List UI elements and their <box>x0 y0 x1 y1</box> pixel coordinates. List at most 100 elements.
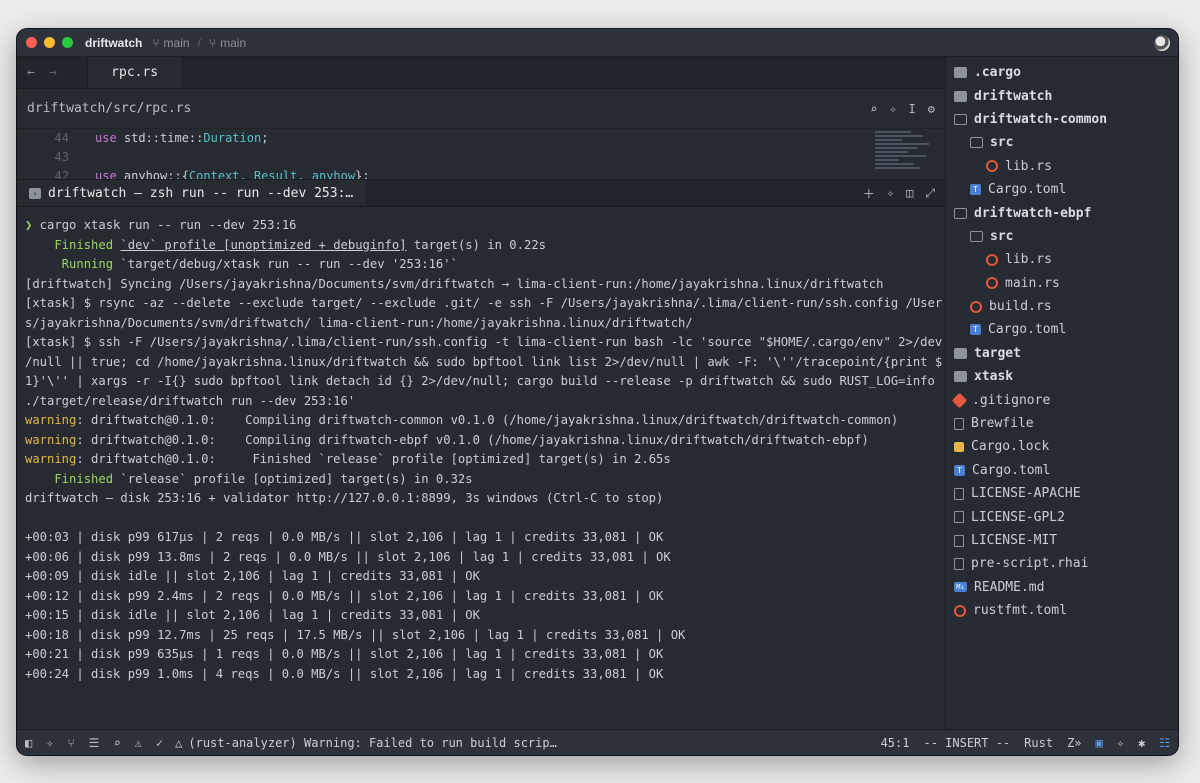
project-name[interactable]: driftwatch <box>85 36 142 50</box>
stats-line: +00:09 | disk idle || slot 2,106 | lag 1… <box>25 569 480 583</box>
assistant-icon[interactable]: ✧ <box>46 736 53 750</box>
warning-triangle-icon: △ <box>175 735 183 750</box>
project-panel: .cargo driftwatch driftwatch-common src lib.… <box>945 57 1178 729</box>
bottom-panel-icon[interactable]: ☷ <box>1159 736 1170 750</box>
branch-icon: ⑂ <box>152 35 160 50</box>
file-tree-item[interactable]: lib.rs <box>946 248 1178 271</box>
file-tree-item[interactable]: pre-script.rhai <box>946 552 1178 575</box>
output-line: s/jayakrishna/Documents/svm/driftwatch/ … <box>25 315 693 330</box>
terminal-icon: › <box>29 187 41 199</box>
file-tree-item[interactable]: LICENSE-MIT <box>946 529 1178 552</box>
file-tree-label: LICENSE-APACHE <box>971 486 1081 502</box>
language-selector[interactable]: Rust <box>1024 736 1053 750</box>
title-bar: driftwatch ⑂ main / ⑂ main <box>17 29 1178 57</box>
window-controls <box>26 37 73 48</box>
code-line: 43 <box>17 148 945 167</box>
zed-predict-icon[interactable]: Z» <box>1067 736 1081 750</box>
file-tree-item[interactable]: target <box>946 342 1178 365</box>
search-icon[interactable]: ⌕ <box>113 736 120 750</box>
settings-sliders-icon[interactable]: ⚙ <box>928 102 935 116</box>
file-tree-item[interactable]: LICENSE-APACHE <box>946 482 1178 505</box>
output-line: ./target/release/driftwatch run --dev 25… <box>25 393 356 408</box>
file-tree-item[interactable]: LICENSE-GPL2 <box>946 505 1178 528</box>
diagnostics-icon[interactable]: ⚠ <box>135 736 142 750</box>
minimize-window-button[interactable] <box>44 37 55 48</box>
file-tree-item[interactable]: T Cargo.toml <box>946 459 1178 482</box>
output-line: Finished `dev` profile [unoptimized + de… <box>25 237 546 252</box>
search-icon[interactable]: ⌕ <box>870 102 877 116</box>
file-tree-item[interactable]: driftwatch <box>946 84 1178 107</box>
branch-icon: ⑂ <box>208 35 217 50</box>
code-line: 42 use anyhow::{Context, Result, anyhow}… <box>17 167 945 179</box>
output-line: [driftwatch] Syncing /Users/jayakrishna/… <box>25 276 884 291</box>
split-pane-icon[interactable]: ◫ <box>906 186 913 200</box>
breadcrumb[interactable]: driftwatch/src/rpc.rs <box>27 101 191 116</box>
close-window-button[interactable] <box>26 37 37 48</box>
text-cursor-icon[interactable]: I <box>909 102 916 116</box>
file-tree-label: driftwatch <box>974 88 1053 104</box>
file-tree-item[interactable]: T Cargo.toml <box>946 178 1178 201</box>
separator: / <box>197 35 201 50</box>
output-line: [xtask] $ rsync -az --delete --exclude t… <box>25 296 943 310</box>
file-tree-item[interactable]: .gitignore <box>946 388 1178 411</box>
terminal-tab-label: driftwatch — zsh run -- run --dev 253:… <box>48 185 354 201</box>
sidebar-toggle-icon[interactable]: ◧ <box>25 736 32 750</box>
file-tree-item[interactable]: src <box>946 225 1178 248</box>
tab-rpc-rs[interactable]: rpc.rs <box>86 57 183 88</box>
cursor-position[interactable]: 45:1 <box>881 736 910 750</box>
stats-line: +00:15 | disk idle || slot 2,106 | lag 1… <box>25 608 480 622</box>
code-editor[interactable]: 44 use std::time::Duration; 43 42 use an… <box>17 129 945 179</box>
file-tree-item[interactable]: T Cargo.toml <box>946 318 1178 341</box>
diagnostic-message[interactable]: △ (rust-analyzer) Warning: Failed to run… <box>175 736 557 750</box>
output-line: Finished `release` profile [optimized] t… <box>25 471 473 486</box>
git-branch-icon[interactable]: ⑂ <box>67 736 74 750</box>
new-terminal-plus-icon[interactable]: ＋ <box>863 185 875 202</box>
toml-file-icon: T <box>970 324 981 336</box>
debug-icon[interactable]: ✱ <box>1138 736 1145 750</box>
file-tree-label: target <box>974 345 1021 361</box>
file-tree-item[interactable]: driftwatch-common <box>946 108 1178 131</box>
branch-selector[interactable]: ⑂ main / ⑂ main <box>152 36 246 50</box>
file-tree-label: .gitignore <box>972 392 1051 408</box>
file-icon <box>954 511 964 524</box>
minimap[interactable] <box>875 129 935 179</box>
file-tree-label: src <box>990 135 1014 151</box>
assistant-icon[interactable]: ✧ <box>889 102 896 116</box>
assistant-icon[interactable]: ✧ <box>887 186 894 200</box>
file-tree-item[interactable]: build.rs <box>946 295 1178 318</box>
maximize-icon[interactable]: ⤢ <box>925 186 935 201</box>
rust-file-icon <box>986 277 998 290</box>
file-tree-item[interactable]: src <box>946 131 1178 154</box>
file-tree-item[interactable]: lib.rs <box>946 155 1178 178</box>
terminal-tab[interactable]: › driftwatch — zsh run -- run --dev 253:… <box>17 180 367 206</box>
branch-name: main <box>163 35 190 50</box>
back-arrow-icon[interactable]: ← <box>27 65 35 80</box>
folder-open-icon <box>954 113 967 125</box>
file-tree-label: Cargo.lock <box>971 439 1050 455</box>
file-tree-label: Brewfile <box>971 416 1034 432</box>
file-tree-label: xtask <box>974 369 1014 385</box>
warning-line: warning: driftwatch@0.1.0: Compiling dri… <box>25 432 869 447</box>
check-icon[interactable]: ✓ <box>156 736 163 750</box>
file-tree-label: main.rs <box>1005 275 1060 291</box>
outline-icon[interactable]: ☰ <box>89 736 100 750</box>
file-tree-item[interactable]: .cargo <box>946 61 1178 84</box>
file-tree-item[interactable]: M↓ README.md <box>946 576 1178 599</box>
file-tree-item[interactable]: main.rs <box>946 272 1178 295</box>
file-tree-item[interactable]: xtask <box>946 365 1178 388</box>
terminal-toggle-icon[interactable]: ▣ <box>1096 736 1103 750</box>
terminal-output[interactable]: ❯ cargo xtask run -- run --dev 253:16 Fi… <box>17 207 945 717</box>
file-tree-item[interactable]: Brewfile <box>946 412 1178 435</box>
line-number: 42 <box>54 169 69 179</box>
file-tree-label: Cargo.toml <box>972 462 1051 478</box>
avatar[interactable] <box>1154 35 1170 51</box>
file-tree-item[interactable]: Cargo.lock <box>946 435 1178 458</box>
terminal-tab-bar: › driftwatch — zsh run -- run --dev 253:… <box>17 179 945 207</box>
file-tree-item[interactable]: rustfmt.toml <box>946 599 1178 622</box>
forward-arrow-icon[interactable]: → <box>49 65 57 80</box>
zoom-window-button[interactable] <box>62 37 73 48</box>
folder-open-icon <box>954 207 967 219</box>
rust-file-icon <box>970 300 982 313</box>
file-tree-item[interactable]: driftwatch-ebpf <box>946 201 1178 224</box>
assistant-icon[interactable]: ✧ <box>1117 736 1124 750</box>
